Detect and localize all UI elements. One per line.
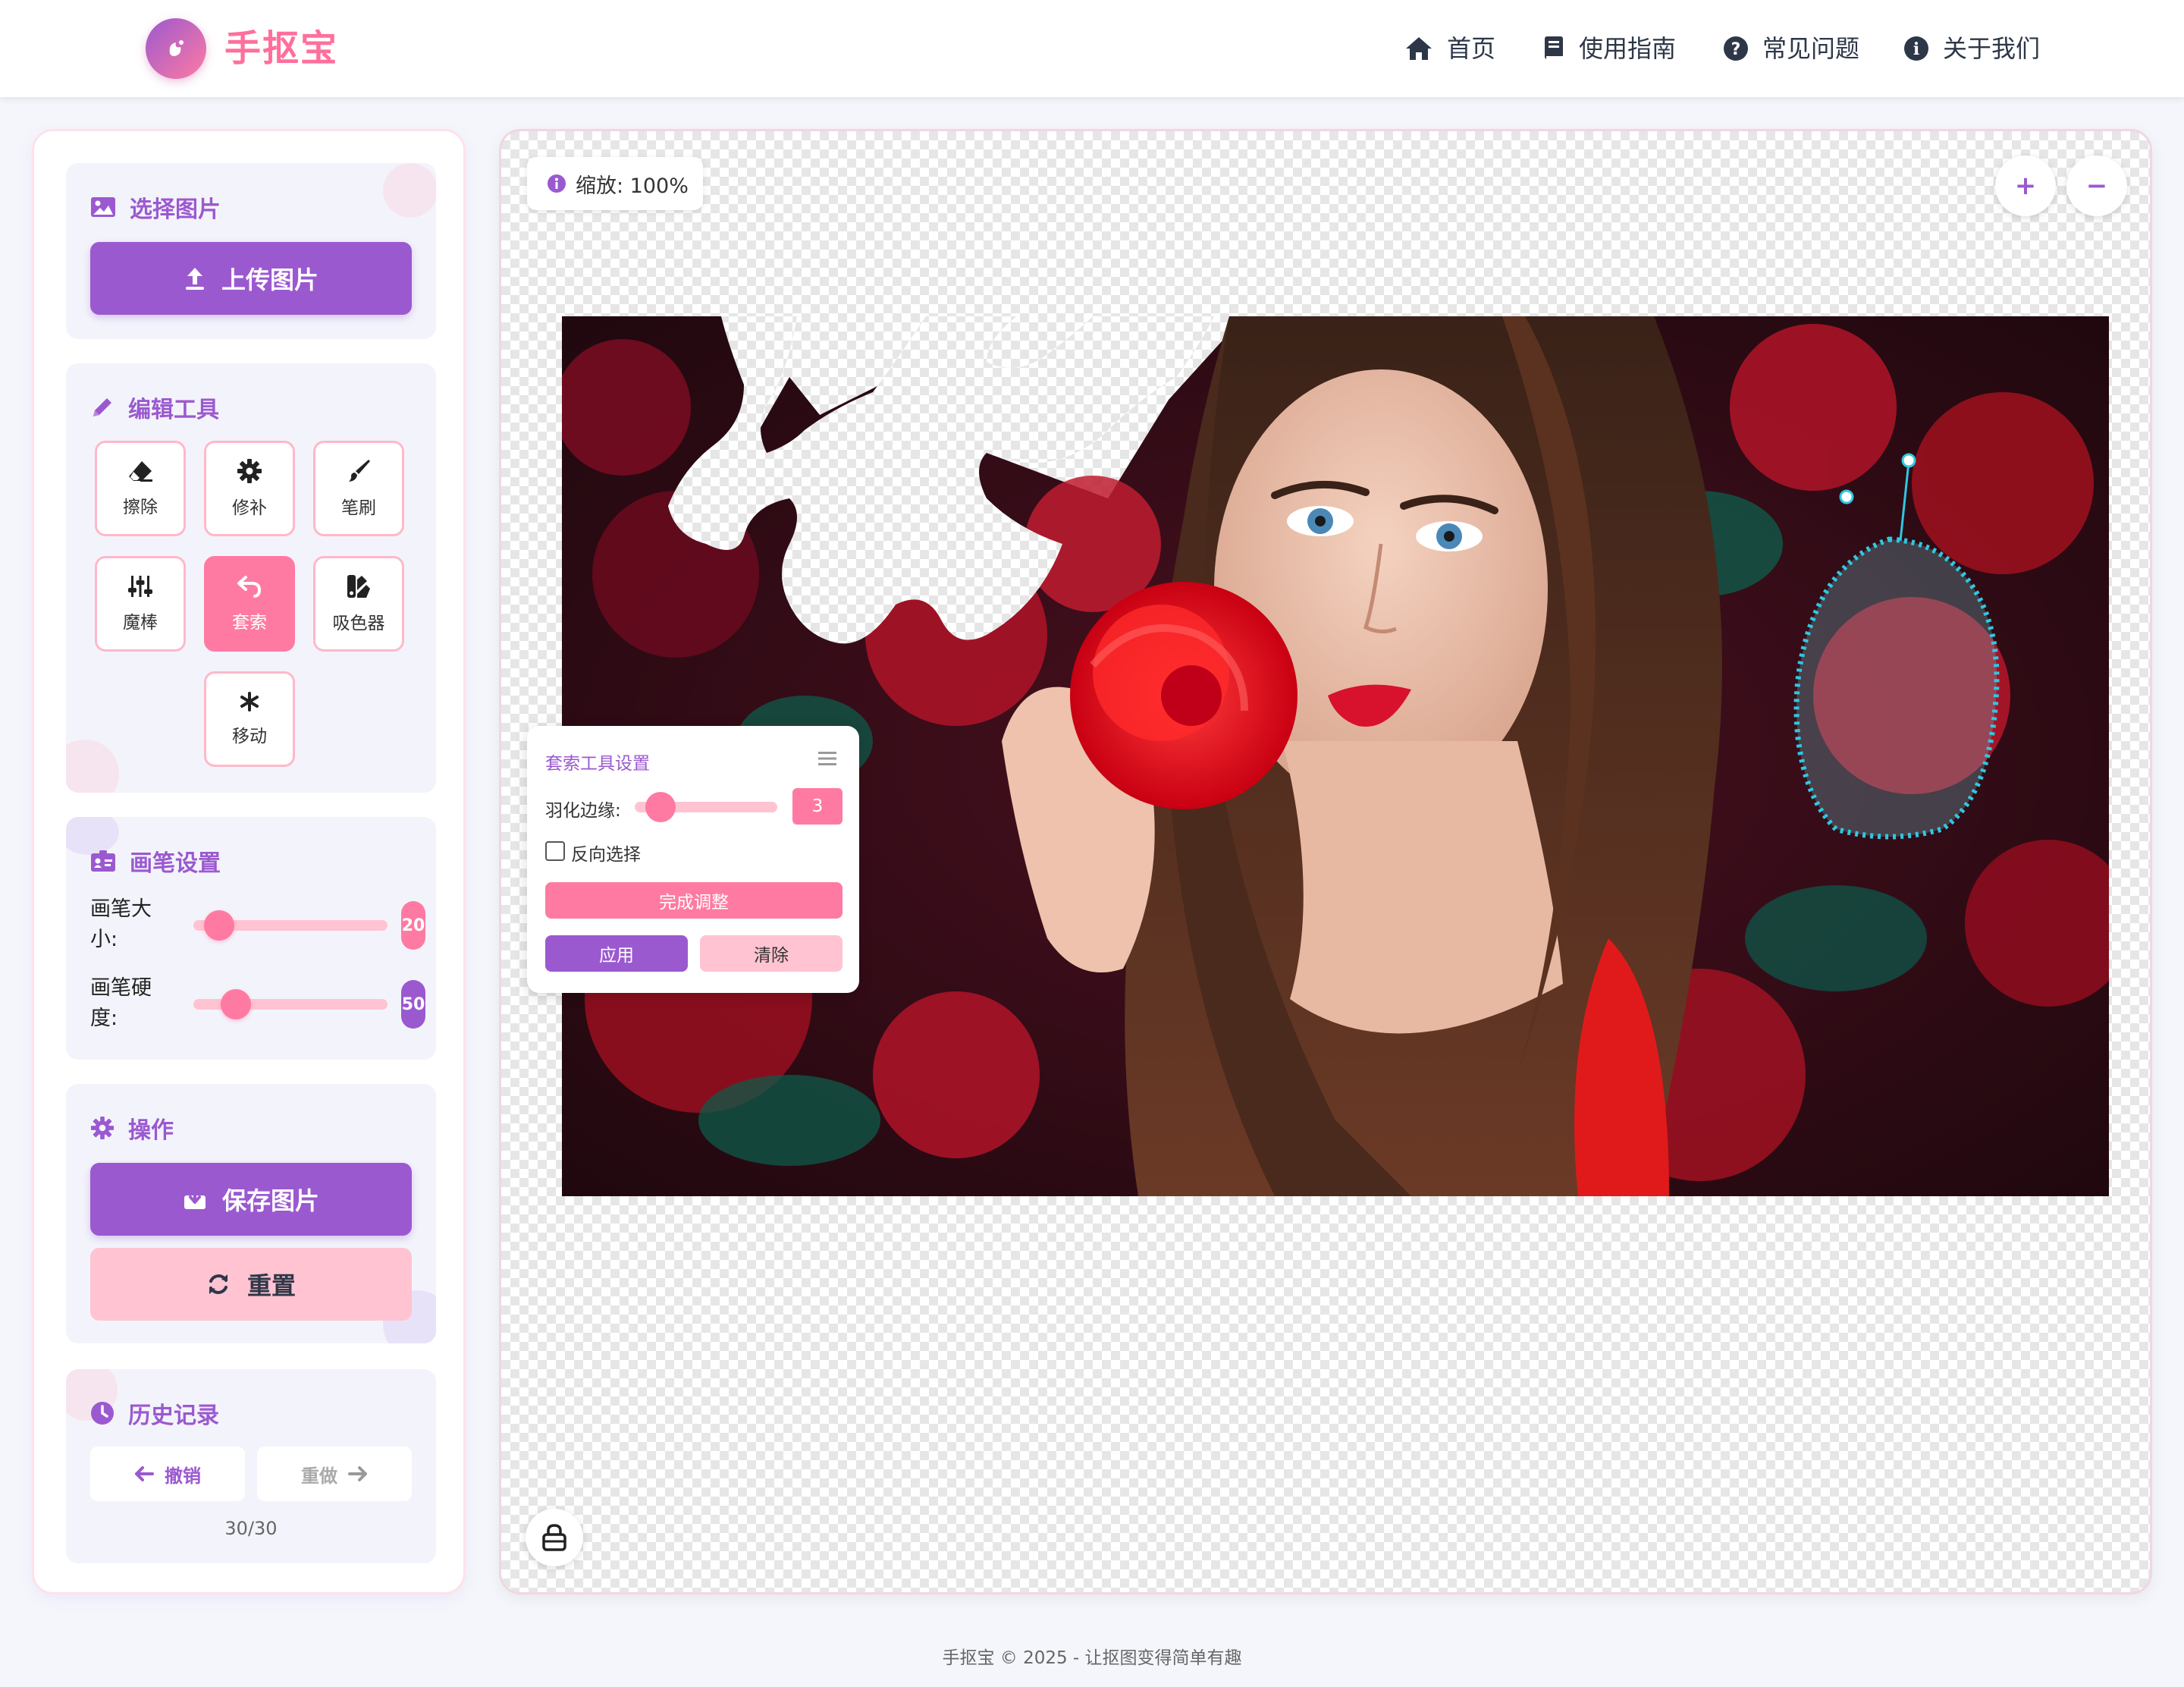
info-icon: [548, 174, 566, 193]
tool-eraser[interactable]: 擦除: [95, 441, 186, 536]
paintbrush-icon: [349, 460, 370, 482]
brush-size-label: 画笔大 小:: [90, 897, 152, 951]
tool-brush[interactable]: 笔刷: [313, 441, 404, 536]
clock-icon: [91, 1402, 114, 1425]
tool-color-picker[interactable]: 吸色器: [313, 556, 404, 652]
brush-size-slider[interactable]: [193, 910, 388, 941]
undo-button[interactable]: 撤销: [90, 1447, 245, 1501]
finish-adjust-button[interactable]: 完成调整: [545, 882, 843, 919]
asterisk-icon: [240, 692, 259, 712]
editor-canvas[interactable]: 缩放: 100% + − 套索工具设置 羽化边缘: 3 反向选择 完成调整 应用…: [499, 129, 2152, 1594]
history-count: 30/30: [224, 1518, 278, 1539]
svg-text:i: i: [1913, 39, 1919, 59]
slider-thumb[interactable]: [204, 910, 234, 941]
top-header: 手抠宝 首页 使用指南 ? 常见问题 i 关于我们: [0, 0, 2184, 97]
brush-settings-panel: 画笔设置 画笔大 小: 20 画笔硬 度: 50: [66, 817, 436, 1060]
invert-selection-checkbox[interactable]: [545, 841, 565, 861]
panel-title: 操作: [90, 1113, 174, 1144]
arrow-right-icon: [348, 1466, 367, 1481]
nav-home[interactable]: 首页: [1404, 30, 1495, 67]
reset-button[interactable]: 重置: [90, 1248, 412, 1321]
select-image-panel: 选择图片 上传图片: [66, 163, 436, 339]
brush-hardness-slider[interactable]: [193, 989, 388, 1019]
swatch-icon: [347, 575, 370, 598]
brush-hardness-label: 画笔硬 度:: [90, 976, 152, 1030]
image-icon: [91, 197, 115, 217]
menu-icon[interactable]: [818, 750, 836, 770]
clear-button[interactable]: 清除: [700, 935, 843, 972]
tool-magic-wand[interactable]: 魔棒: [95, 556, 186, 652]
panel-title: 历史记录: [90, 1398, 219, 1429]
id-card-icon: [91, 850, 115, 872]
nav-about[interactable]: i 关于我们: [1903, 30, 2040, 67]
redo-button[interactable]: 重做: [257, 1447, 412, 1501]
zoom-in-button[interactable]: +: [1995, 156, 2056, 216]
panel-title: 画笔设置: [90, 846, 221, 877]
sidebar: 选择图片 上传图片 编辑工具 擦除 修补 笔刷 魔棒 套索 吸色器 移动 画笔设…: [32, 129, 466, 1594]
zoom-out-button[interactable]: −: [2066, 156, 2127, 216]
app-name[interactable]: 手抠宝: [224, 26, 338, 71]
invert-selection-label: 反向选择: [571, 845, 641, 865]
tool-move[interactable]: 移动: [204, 671, 295, 767]
lasso-panel-title: 套索工具设置: [545, 754, 650, 774]
gear-icon: [90, 1116, 115, 1140]
apply-button[interactable]: 应用: [545, 935, 688, 972]
slider-thumb[interactable]: [645, 792, 676, 822]
eraser-icon: [129, 461, 152, 482]
tool-lasso[interactable]: 套索: [204, 556, 295, 652]
feather-label: 羽化边缘:: [545, 801, 621, 821]
brush-size-value: 20: [401, 901, 425, 950]
decoration: [383, 163, 436, 218]
svg-text:?: ?: [1731, 40, 1741, 59]
home-icon: [1406, 37, 1432, 60]
arrow-left-icon: [135, 1466, 154, 1481]
sliders-icon: [128, 576, 152, 597]
footer-text: 手抠宝 © 2025 - 让抠图变得简单有趣: [942, 1648, 1242, 1668]
pencil-icon: [93, 398, 111, 416]
save-image-button[interactable]: 保存图片: [90, 1163, 412, 1236]
nav-faq[interactable]: ? 常见问题: [1723, 30, 1859, 67]
upload-icon: [185, 268, 204, 290]
slider-thumb[interactable]: [221, 989, 251, 1019]
panel-title: 选择图片: [90, 192, 221, 223]
history-panel: 历史记录 撤销 重做 30/30: [66, 1369, 436, 1563]
nav-label: 首页: [1447, 34, 1496, 63]
zoom-indicator: 缩放: 100%: [527, 157, 703, 210]
brush-hardness-value: 50: [401, 980, 425, 1029]
refresh-icon: [209, 1274, 228, 1294]
logo-icon[interactable]: [146, 18, 206, 79]
lock-icon: [542, 1524, 566, 1551]
tool-patch[interactable]: 修补: [204, 441, 295, 536]
nav-label: 关于我们: [1943, 34, 2041, 63]
upload-image-button[interactable]: 上传图片: [90, 242, 412, 315]
edit-tools-panel: 编辑工具 擦除 修补 笔刷 魔棒 套索 吸色器 移动: [66, 363, 436, 793]
question-icon: ?: [1724, 36, 1748, 61]
nav-label: 使用指南: [1579, 34, 1677, 63]
nav-guide[interactable]: 使用指南: [1542, 30, 1676, 67]
gear-icon: [237, 459, 262, 483]
decoration: [66, 740, 119, 793]
info-icon: i: [1904, 36, 1928, 61]
feather-slider[interactable]: [635, 792, 777, 822]
undo-arrow-icon: [237, 576, 262, 598]
lasso-settings-panel: 套索工具设置 羽化边缘: 3 反向选择 完成调整 应用 清除: [527, 726, 859, 993]
actions-panel: 操作 保存图片 重置: [66, 1084, 436, 1343]
nav-label: 常见问题: [1762, 34, 1860, 63]
download-icon: [184, 1188, 206, 1209]
book-icon: [1545, 36, 1563, 59]
lock-button[interactable]: [526, 1509, 583, 1566]
panel-title: 编辑工具: [90, 392, 219, 423]
feather-value[interactable]: 3: [792, 788, 843, 825]
